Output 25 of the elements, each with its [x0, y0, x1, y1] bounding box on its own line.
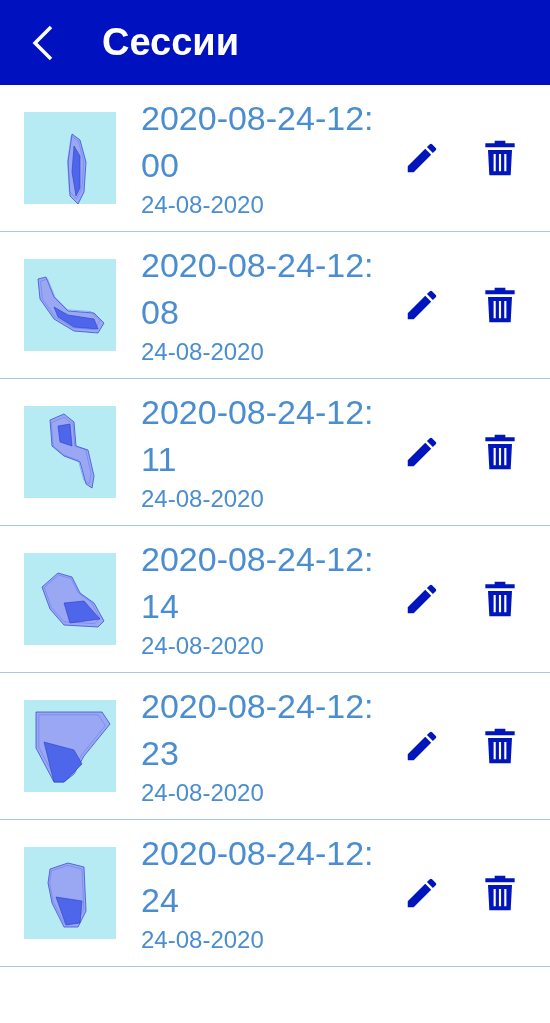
session-row[interactable]: 2020-08-24-12:14 24-08-2020	[0, 526, 550, 673]
session-title: 2020-08-24-12:00	[141, 98, 375, 186]
session-row[interactable]: 2020-08-24-12:08 24-08-2020	[0, 232, 550, 379]
session-date: 24-08-2020	[141, 190, 265, 220]
screen-title: Сессии	[102, 20, 240, 65]
delete-button[interactable]	[482, 285, 518, 325]
session-date: 24-08-2020	[141, 925, 265, 955]
session-title: 2020-08-24-12:11	[141, 392, 375, 480]
session-row[interactable]: 2020-08-24-12:11 24-08-2020	[0, 379, 550, 526]
delete-button[interactable]	[482, 432, 518, 472]
session-date: 24-08-2020	[141, 631, 265, 661]
session-date: 24-08-2020	[141, 484, 265, 514]
session-row[interactable]: 2020-08-24-12:00 24-08-2020	[0, 85, 550, 232]
session-title: 2020-08-24-12:14	[141, 539, 375, 627]
delete-button[interactable]	[482, 873, 518, 913]
session-title: 2020-08-24-12:08	[141, 245, 375, 333]
session-title: 2020-08-24-12:24	[141, 833, 375, 921]
session-title: 2020-08-24-12:23	[141, 686, 375, 774]
session-date: 24-08-2020	[141, 778, 265, 808]
delete-button[interactable]	[482, 138, 518, 178]
session-row[interactable]: 2020-08-24-12:24 24-08-2020	[0, 820, 550, 967]
session-row[interactable]: 2020-08-24-12:23 24-08-2020	[0, 673, 550, 820]
delete-button[interactable]	[482, 726, 518, 766]
session-date: 24-08-2020	[141, 337, 265, 367]
delete-button[interactable]	[482, 579, 518, 619]
